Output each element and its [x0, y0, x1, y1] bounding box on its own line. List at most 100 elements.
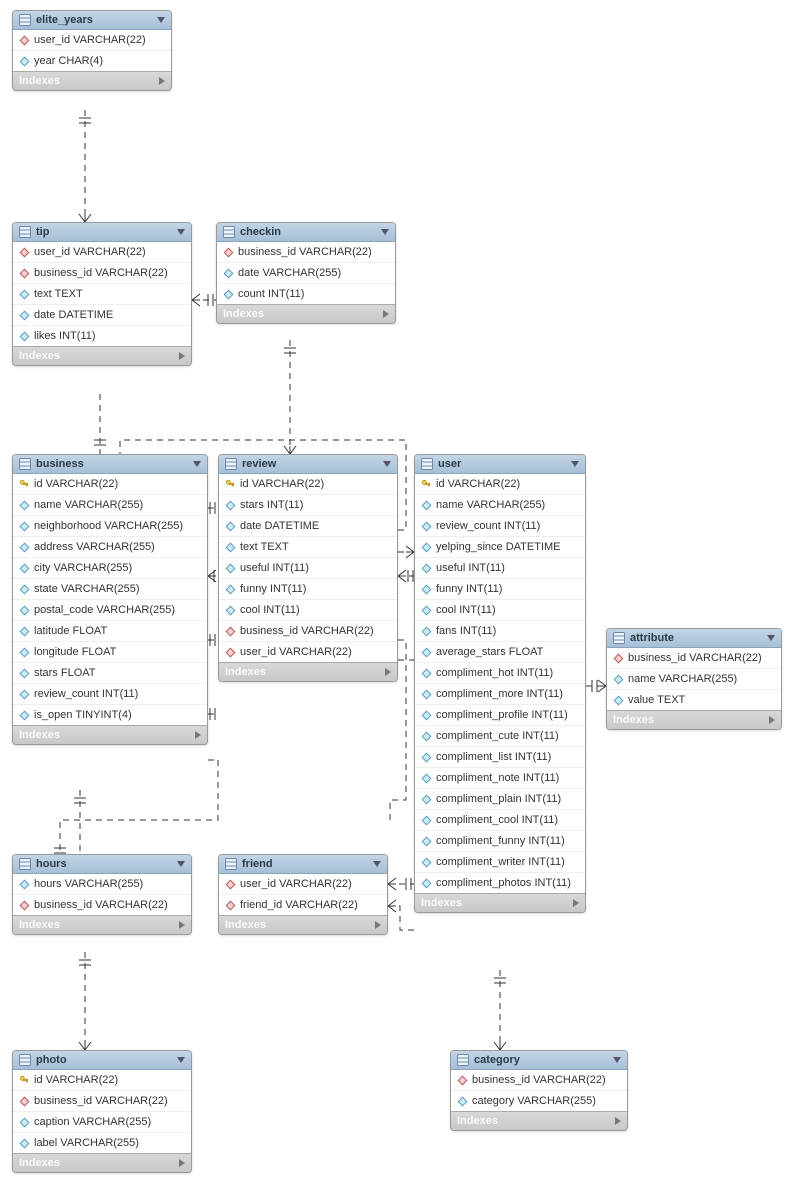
chevron-right-icon[interactable]	[195, 731, 201, 739]
column-row[interactable]: useful INT(11)	[219, 558, 397, 579]
column-row[interactable]: stars INT(11)	[219, 495, 397, 516]
chevron-down-icon[interactable]	[177, 229, 185, 235]
column-row[interactable]: fans INT(11)	[415, 621, 585, 642]
column-row[interactable]: id VARCHAR(22)	[219, 474, 397, 495]
indexes-section[interactable]: Indexes	[219, 915, 387, 934]
entity-elite_years[interactable]: elite_yearsuser_id VARCHAR(22)year CHAR(…	[12, 10, 172, 91]
column-row[interactable]: compliment_plain INT(11)	[415, 789, 585, 810]
column-row[interactable]: cool INT(11)	[219, 600, 397, 621]
column-row[interactable]: latitude FLOAT	[13, 621, 207, 642]
entity-category[interactable]: categorybusiness_id VARCHAR(22)category …	[450, 1050, 628, 1131]
entity-header[interactable]: elite_years	[13, 11, 171, 30]
column-row[interactable]: likes INT(11)	[13, 326, 191, 346]
chevron-down-icon[interactable]	[613, 1057, 621, 1063]
column-row[interactable]: category VARCHAR(255)	[451, 1091, 627, 1111]
column-row[interactable]: average_stars FLOAT	[415, 642, 585, 663]
column-row[interactable]: date DATETIME	[219, 516, 397, 537]
column-row[interactable]: review_count INT(11)	[13, 684, 207, 705]
indexes-section[interactable]: Indexes	[13, 1153, 191, 1172]
entity-header[interactable]: checkin	[217, 223, 395, 242]
chevron-right-icon[interactable]	[615, 1117, 621, 1125]
column-row[interactable]: date VARCHAR(255)	[217, 263, 395, 284]
column-row[interactable]: neighborhood VARCHAR(255)	[13, 516, 207, 537]
entity-header[interactable]: friend	[219, 855, 387, 874]
chevron-down-icon[interactable]	[383, 461, 391, 467]
column-row[interactable]: text TEXT	[219, 537, 397, 558]
chevron-right-icon[interactable]	[159, 77, 165, 85]
column-row[interactable]: business_id VARCHAR(22)	[219, 621, 397, 642]
indexes-section[interactable]: Indexes	[13, 346, 191, 365]
column-row[interactable]: compliment_more INT(11)	[415, 684, 585, 705]
indexes-section[interactable]: Indexes	[13, 71, 171, 90]
entity-header[interactable]: attribute	[607, 629, 781, 648]
column-row[interactable]: funny INT(11)	[219, 579, 397, 600]
column-row[interactable]: compliment_cute INT(11)	[415, 726, 585, 747]
entity-user[interactable]: userid VARCHAR(22)name VARCHAR(255)revie…	[414, 454, 586, 913]
column-row[interactable]: name VARCHAR(255)	[13, 495, 207, 516]
entity-hours[interactable]: hourshours VARCHAR(255)business_id VARCH…	[12, 854, 192, 935]
entity-header[interactable]: review	[219, 455, 397, 474]
column-row[interactable]: business_id VARCHAR(22)	[13, 895, 191, 915]
column-row[interactable]: yelping_since DATETIME	[415, 537, 585, 558]
chevron-right-icon[interactable]	[769, 716, 775, 724]
chevron-down-icon[interactable]	[571, 461, 579, 467]
column-row[interactable]: business_id VARCHAR(22)	[217, 242, 395, 263]
column-row[interactable]: funny INT(11)	[415, 579, 585, 600]
column-row[interactable]: business_id VARCHAR(22)	[13, 263, 191, 284]
column-row[interactable]: postal_code VARCHAR(255)	[13, 600, 207, 621]
indexes-section[interactable]: Indexes	[607, 710, 781, 729]
chevron-right-icon[interactable]	[179, 1159, 185, 1167]
entity-header[interactable]: tip	[13, 223, 191, 242]
entity-header[interactable]: business	[13, 455, 207, 474]
column-row[interactable]: review_count INT(11)	[415, 516, 585, 537]
entity-tip[interactable]: tipuser_id VARCHAR(22)business_id VARCHA…	[12, 222, 192, 366]
column-row[interactable]: user_id VARCHAR(22)	[13, 242, 191, 263]
column-row[interactable]: business_id VARCHAR(22)	[451, 1070, 627, 1091]
column-row[interactable]: business_id VARCHAR(22)	[607, 648, 781, 669]
indexes-section[interactable]: Indexes	[13, 915, 191, 934]
chevron-down-icon[interactable]	[193, 461, 201, 467]
column-row[interactable]: year CHAR(4)	[13, 51, 171, 71]
column-row[interactable]: count INT(11)	[217, 284, 395, 304]
column-row[interactable]: compliment_profile INT(11)	[415, 705, 585, 726]
column-row[interactable]: name VARCHAR(255)	[607, 669, 781, 690]
chevron-down-icon[interactable]	[177, 1057, 185, 1063]
column-row[interactable]: is_open TINYINT(4)	[13, 705, 207, 725]
indexes-section[interactable]: Indexes	[415, 893, 585, 912]
chevron-right-icon[interactable]	[375, 921, 381, 929]
entity-business[interactable]: businessid VARCHAR(22)name VARCHAR(255)n…	[12, 454, 208, 745]
column-row[interactable]: compliment_list INT(11)	[415, 747, 585, 768]
entity-attribute[interactable]: attributebusiness_id VARCHAR(22)name VAR…	[606, 628, 782, 730]
indexes-section[interactable]: Indexes	[451, 1111, 627, 1130]
indexes-section[interactable]: Indexes	[13, 725, 207, 744]
chevron-down-icon[interactable]	[381, 229, 389, 235]
chevron-down-icon[interactable]	[157, 17, 165, 23]
column-row[interactable]: id VARCHAR(22)	[13, 1070, 191, 1091]
column-row[interactable]: longitude FLOAT	[13, 642, 207, 663]
chevron-right-icon[interactable]	[385, 668, 391, 676]
column-row[interactable]: useful INT(11)	[415, 558, 585, 579]
column-row[interactable]: cool INT(11)	[415, 600, 585, 621]
column-row[interactable]: date DATETIME	[13, 305, 191, 326]
entity-header[interactable]: category	[451, 1051, 627, 1070]
column-row[interactable]: label VARCHAR(255)	[13, 1133, 191, 1153]
chevron-down-icon[interactable]	[373, 861, 381, 867]
column-row[interactable]: text TEXT	[13, 284, 191, 305]
column-row[interactable]: user_id VARCHAR(22)	[219, 642, 397, 662]
column-row[interactable]: state VARCHAR(255)	[13, 579, 207, 600]
column-row[interactable]: friend_id VARCHAR(22)	[219, 895, 387, 915]
column-row[interactable]: id VARCHAR(22)	[13, 474, 207, 495]
column-row[interactable]: compliment_hot INT(11)	[415, 663, 585, 684]
chevron-right-icon[interactable]	[573, 899, 579, 907]
chevron-right-icon[interactable]	[383, 310, 389, 318]
column-row[interactable]: user_id VARCHAR(22)	[13, 30, 171, 51]
entity-review[interactable]: reviewid VARCHAR(22)stars INT(11)date DA…	[218, 454, 398, 682]
column-row[interactable]: hours VARCHAR(255)	[13, 874, 191, 895]
chevron-right-icon[interactable]	[179, 352, 185, 360]
column-row[interactable]: compliment_writer INT(11)	[415, 852, 585, 873]
column-row[interactable]: business_id VARCHAR(22)	[13, 1091, 191, 1112]
entity-checkin[interactable]: checkinbusiness_id VARCHAR(22)date VARCH…	[216, 222, 396, 324]
column-row[interactable]: name VARCHAR(255)	[415, 495, 585, 516]
column-row[interactable]: compliment_photos INT(11)	[415, 873, 585, 893]
entity-friend[interactable]: frienduser_id VARCHAR(22)friend_id VARCH…	[218, 854, 388, 935]
